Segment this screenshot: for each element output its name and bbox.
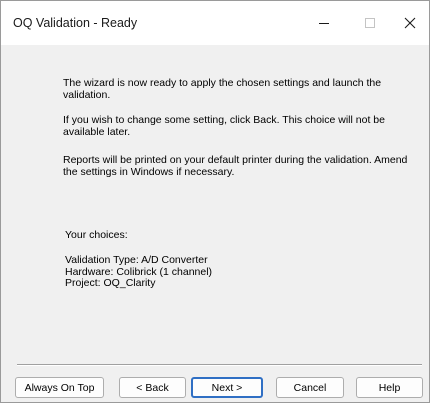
back-button[interactable]: < Back: [119, 377, 186, 398]
cancel-button[interactable]: Cancel: [276, 377, 344, 398]
minimize-button[interactable]: [301, 1, 347, 45]
maximize-icon: [365, 18, 375, 28]
close-button[interactable]: [387, 1, 429, 45]
back-hint-paragraph: If you wish to change some setting, clic…: [63, 114, 385, 138]
window-title: OQ Validation - Ready: [13, 16, 138, 30]
button-divider: [17, 364, 422, 366]
wizard-window: OQ Validation - Ready The wizard is now …: [0, 0, 430, 403]
next-button[interactable]: Next >: [191, 377, 263, 398]
ready-paragraph: The wizard is now ready to apply the cho…: [63, 77, 382, 101]
choice-project: Project: OQ_Clarity: [65, 277, 156, 289]
close-icon: [404, 17, 416, 29]
title-bar[interactable]: OQ Validation - Ready: [1, 1, 429, 45]
choices-heading: Your choices:: [65, 229, 128, 241]
printer-paragraph: Reports will be printed on your default …: [63, 154, 408, 178]
help-button[interactable]: Help: [356, 377, 423, 398]
minimize-icon: [319, 23, 329, 24]
choice-list: Validation Type: A/D Converter Hardware:…: [65, 254, 212, 290]
choice-validation-type: Validation Type: A/D Converter: [65, 254, 208, 266]
always-on-top-button[interactable]: Always On Top: [15, 377, 104, 398]
